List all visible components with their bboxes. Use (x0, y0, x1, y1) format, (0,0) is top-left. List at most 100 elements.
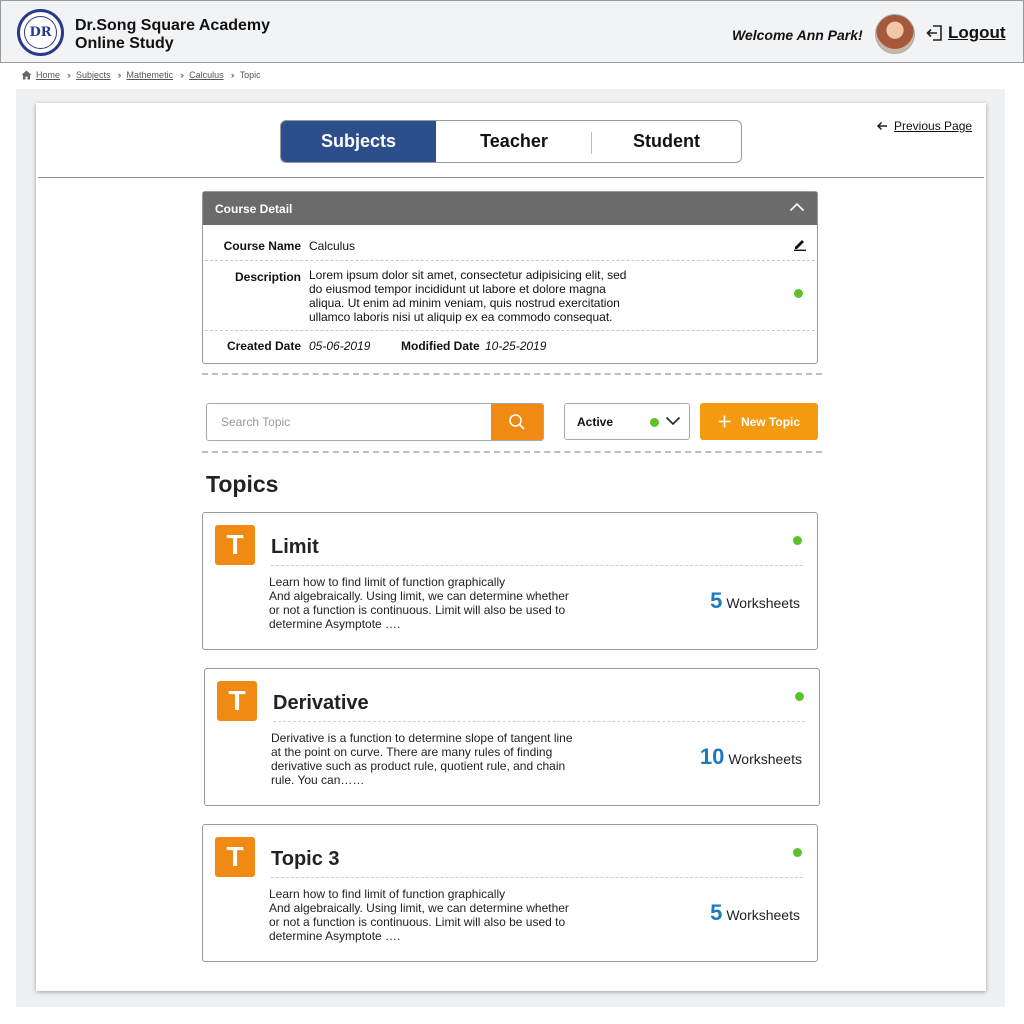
topic-description: Derivative is a function to determine sl… (271, 731, 581, 787)
tab-teacher[interactable]: Teacher (436, 121, 592, 162)
course-detail-header: Course Detail (203, 192, 817, 225)
breadcrumb-current: Topic (239, 70, 261, 80)
course-status-dot (794, 289, 803, 298)
search-bar (206, 403, 544, 441)
search-button[interactable] (491, 404, 543, 440)
logout-icon (926, 25, 942, 41)
worksheet-number: 5 (710, 588, 723, 613)
topics-heading: Topics (206, 471, 279, 497)
topic-description-line: or not a function is continuous. Limit w… (269, 915, 566, 929)
previous-page-label: Previous Page (894, 119, 973, 133)
edit-course-button[interactable] (793, 237, 807, 256)
search-icon (509, 414, 525, 430)
topic-description-line: derivative such as product rule, quotien… (271, 759, 566, 773)
topic-icon: T (215, 525, 255, 565)
user-avatar[interactable] (875, 14, 915, 54)
topic-icon: T (215, 837, 255, 877)
arrow-left-icon (876, 121, 887, 131)
chevron-right-icon: ›› (117, 70, 122, 80)
app-title: Dr.Song Square Academy Online Study (75, 17, 270, 53)
chevron-down-icon (665, 416, 681, 426)
worksheet-label: Worksheets (726, 595, 800, 611)
role-tabs: Subjects Teacher Student (280, 120, 742, 163)
course-row-divider (205, 330, 815, 331)
plus-icon (718, 415, 731, 428)
breadcrumb-home[interactable]: Home (36, 70, 60, 80)
description-line: aliqua. Ut enim ad minim veniam, quis no… (309, 296, 620, 310)
previous-page-link[interactable]: Previous Page (876, 119, 972, 133)
topic-name: Topic 3 (271, 848, 340, 870)
app-title-line2: Online Study (75, 35, 174, 52)
description-value: Lorem ipsum dolor sit amet, consectetur … (309, 268, 626, 324)
topic-divider (271, 565, 803, 566)
topic-status-dot (795, 692, 804, 701)
chevron-right-icon: ›› (67, 70, 71, 80)
chevron-up-icon (789, 202, 805, 212)
worksheet-label: Worksheets (728, 751, 802, 767)
description-line: ullamco laboris nisi ut aliquip ex ea co… (309, 310, 613, 324)
topic-name: Derivative (273, 692, 369, 714)
status-dropdown[interactable]: Active (564, 403, 690, 440)
topic-description-line: Learn how to find limit of function grap… (269, 887, 506, 901)
topic-card[interactable]: T Topic 3 Learn how to find limit of fun… (202, 824, 818, 962)
description-label: Description (234, 270, 301, 284)
topic-card[interactable]: T Derivative Derivative is a function to… (204, 668, 820, 806)
course-row-divider (205, 260, 815, 261)
app-title-line1: Dr.Song Square Academy (75, 17, 271, 34)
tab-subjects[interactable]: Subjects (281, 121, 436, 162)
topic-description-line: rule. You can…… (271, 773, 365, 787)
breadcrumb-calculus[interactable]: Calculus (189, 70, 224, 80)
topic-description-line: Derivative is a function to determine sl… (271, 731, 573, 745)
topic-description: Learn how to find limit of function grap… (269, 575, 579, 631)
tabs-divider (38, 177, 984, 178)
description-line: do eiusmod tempor incididunt ut labore e… (309, 282, 606, 296)
course-name-label: Course Name (223, 239, 301, 253)
pencil-icon (794, 240, 806, 251)
course-detail-panel: Course Detail Course Name Calculus Descr… (202, 191, 818, 364)
topic-description-line: at the point on curve. There are many ru… (271, 745, 553, 759)
topic-description-line: And algebraically. Using limit, we can d… (269, 901, 569, 915)
topic-description: Learn how to find limit of function grap… (269, 887, 579, 943)
status-selected-value: Active (577, 414, 614, 429)
breadcrumb-mathemetic[interactable]: Mathemetic (127, 70, 174, 80)
chevron-right-icon: ›› (180, 70, 184, 80)
worksheet-label: Worksheets (726, 907, 800, 923)
breadcrumb: Home ›› Subjects ›› Mathemetic ›› Calcul… (21, 70, 261, 80)
description-line: Lorem ipsum dolor sit amet, consectetur … (309, 268, 627, 282)
modified-date-label: Modified Date (401, 339, 480, 353)
tab-student[interactable]: Student (592, 121, 741, 162)
topic-description-line: or not a function is continuous. Limit w… (269, 603, 566, 617)
collapse-button[interactable] (789, 201, 805, 215)
topic-divider (273, 721, 805, 722)
welcome-message: Welcome Ann Park! (732, 27, 863, 43)
topic-description-line: determine Asymptote …. (269, 929, 401, 943)
topic-icon: T (217, 681, 257, 721)
topic-card[interactable]: T Limit Learn how to find limit of funct… (202, 512, 818, 650)
breadcrumb-subjects[interactable]: Subjects (76, 70, 111, 80)
worksheets-count[interactable]: 5 Worksheets (710, 900, 800, 926)
topic-divider (271, 877, 803, 878)
top-header: DR Dr.Song Square Academy Online Study W… (0, 0, 1024, 63)
new-topic-button[interactable]: New Topic (700, 403, 818, 440)
course-name-value: Calculus (309, 239, 356, 253)
course-detail-title: Course Detail (215, 201, 293, 216)
modified-date-value: 10-25-2019 (485, 339, 547, 353)
status-dot (650, 418, 659, 427)
logout-label: Logout (948, 23, 1006, 42)
worksheets-count[interactable]: 10 Worksheets (700, 744, 802, 770)
chevron-right-icon: ›› (230, 70, 235, 80)
topic-description-line: Learn how to find limit of function grap… (269, 575, 506, 589)
section-divider (202, 373, 822, 375)
worksheets-count[interactable]: 5 Worksheets (710, 588, 800, 614)
topic-status-dot (793, 848, 802, 857)
main-card: Subjects Teacher Student Previous Page C… (36, 103, 986, 991)
academy-logo[interactable]: DR (17, 9, 64, 56)
topic-name: Limit (271, 536, 319, 558)
topic-description-line: And algebraically. Using limit, we can d… (269, 589, 569, 603)
created-date-label: Created Date (226, 339, 301, 353)
search-input[interactable] (207, 404, 491, 440)
logout-button[interactable]: Logout (926, 23, 1006, 43)
section-divider (202, 451, 822, 453)
logo-monogram: DR (24, 16, 57, 49)
created-date-value: 05-06-2019 (309, 339, 371, 353)
